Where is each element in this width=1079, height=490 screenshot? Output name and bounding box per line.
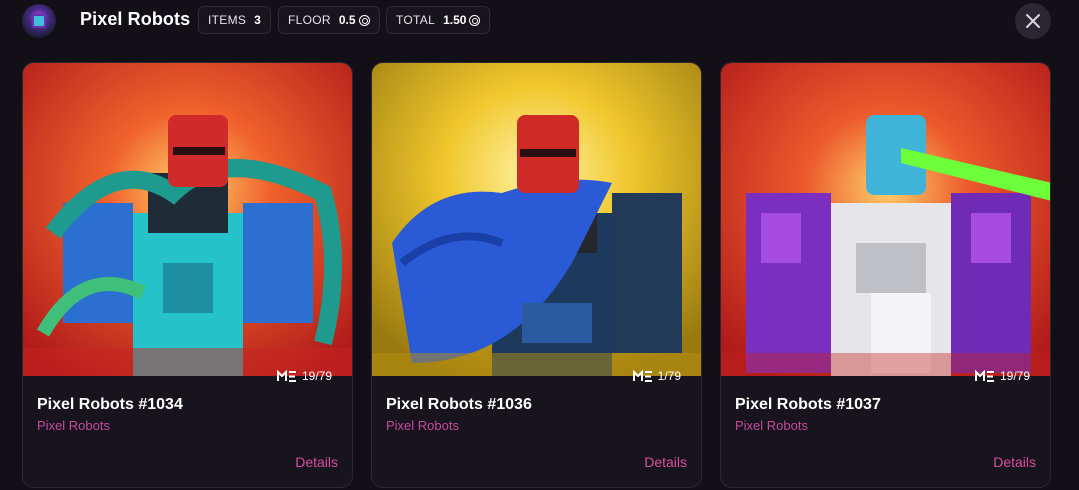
stat-value: 3	[254, 13, 261, 27]
nft-card[interactable]: 19/79 Pixel Robots #1037 Pixel Robots De…	[720, 62, 1051, 488]
collection-link[interactable]: Pixel Robots	[386, 418, 459, 433]
nft-image[interactable]	[372, 63, 701, 376]
stat-value: 1.50	[443, 13, 481, 27]
details-link[interactable]: Details	[295, 454, 338, 470]
close-button[interactable]	[1015, 3, 1051, 39]
nft-card[interactable]: 1/79 Pixel Robots #1036 Pixel Robots Det…	[371, 62, 702, 488]
stat-total: TOTAL 1.50	[386, 6, 491, 34]
collection-avatar	[22, 4, 56, 38]
details-link[interactable]: Details	[644, 454, 687, 470]
nft-image[interactable]	[721, 63, 1050, 376]
stat-label: ITEMS	[208, 13, 247, 27]
rarity-rank: 19/79	[974, 369, 1030, 383]
stat-value: 0.5	[339, 13, 370, 27]
rarity-rank: 19/79	[276, 369, 332, 383]
nft-name: Pixel Robots #1036	[386, 396, 532, 413]
rank-text: 19/79	[999, 369, 1030, 383]
stat-label: FLOOR	[288, 13, 331, 27]
stat-floor: FLOOR 0.5	[278, 6, 380, 34]
nft-name: Pixel Robots #1037	[735, 396, 881, 413]
collection-title: Pixel Robots	[80, 9, 191, 29]
rank-text: 19/79	[301, 369, 332, 383]
stat-label: TOTAL	[396, 13, 436, 27]
magic-eden-icon	[974, 370, 994, 382]
rarity-rank: 1/79	[632, 369, 681, 383]
collection-link[interactable]: Pixel Robots	[735, 418, 808, 433]
stat-items: ITEMS 3	[198, 6, 271, 34]
collection-link[interactable]: Pixel Robots	[37, 418, 110, 433]
nft-card[interactable]: 19/79 Pixel Robots #1034 Pixel Robots De…	[22, 62, 353, 488]
details-link[interactable]: Details	[993, 454, 1036, 470]
rank-text: 1/79	[657, 369, 681, 383]
nft-image[interactable]	[23, 63, 352, 376]
sol-icon	[469, 14, 481, 26]
close-icon	[1026, 14, 1040, 28]
nft-name: Pixel Robots #1034	[37, 396, 183, 413]
magic-eden-icon	[276, 370, 296, 382]
sol-icon	[358, 14, 370, 26]
magic-eden-icon	[632, 370, 652, 382]
header-bar: Pixel Robots ITEMS 3 FLOOR 0.5 TOTAL 1.5…	[0, 0, 1079, 42]
